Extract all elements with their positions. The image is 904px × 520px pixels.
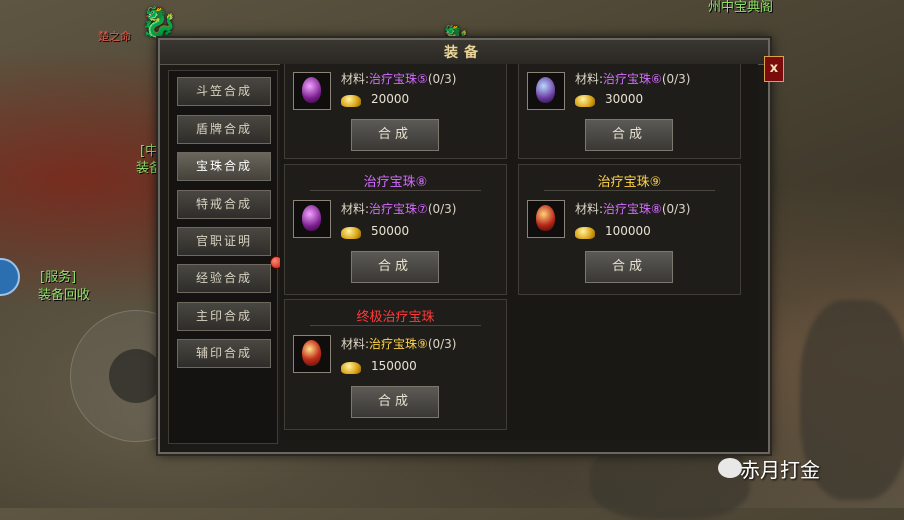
gold-ingot-icon [341,227,361,239]
purple-gem-icon[interactable] [293,72,331,110]
recipe-card: 治疗宝珠⑨ 材料:治疗宝珠⑧(0/3) 100000 合成 [518,164,741,295]
recipe-title: 治疗宝珠⑧ [363,175,428,190]
ultimate-gem-icon[interactable] [293,335,331,373]
material-name: 治疗宝珠⑥ [603,72,662,86]
window-title: 装备 [444,45,484,61]
recipe-card: 材料:治疗宝珠⑤(0/3) 20000 合成 [284,64,507,159]
tab-aux-seal-synthesis[interactable]: 辅印合成 [177,339,271,368]
blue-gem-icon[interactable] [527,72,565,110]
synthesize-button[interactable]: 合成 [585,119,673,151]
price: 150000 [371,359,417,373]
synthesize-button[interactable]: 合成 [351,251,439,283]
recipe-title: 治疗宝珠⑨ [597,175,662,190]
material-requirement: 材料:治疗宝珠⑦(0/3) [341,202,457,216]
synthesize-button[interactable]: 合成 [585,251,673,283]
npc-name-treasure[interactable]: 州中宝典阁 [708,0,773,15]
joystick-knob[interactable] [109,349,163,403]
fire-gem-icon[interactable] [527,200,565,238]
tab-exp-synthesis[interactable]: 经验合成 [177,264,271,293]
material-count: (0/3) [427,337,457,351]
material-name: 治疗宝珠⑧ [603,202,662,216]
dragon-ornament-icon: 🐉 [140,6,178,41]
recipe-title: 终极治疗宝珠 [356,310,435,325]
material-requirement: 材料:治疗宝珠⑧(0/3) [575,202,691,216]
tab-main-seal-synthesis[interactable]: 主印合成 [177,302,271,331]
title-divider [310,190,481,191]
synthesize-button[interactable]: 合成 [351,386,439,418]
material-count: (0/3) [661,72,691,86]
equipment-window: 装备 斗笠合成 盾牌合成 宝珠合成 特戒合成 官职证明 经验合成 主印合成 辅印… [158,38,770,454]
material-name: 治疗宝珠⑦ [369,202,428,216]
close-button[interactable]: x [764,56,784,82]
material-requirement: 材料:治疗宝珠⑨(0/3) [341,337,457,351]
synthesize-button[interactable]: 合成 [351,119,439,151]
side-menu-button[interactable] [0,258,20,296]
price: 20000 [371,92,410,106]
tab-gem-synthesis[interactable]: 宝珠合成 [177,152,271,181]
purple-gem-icon[interactable] [293,200,331,238]
watermark-text: 赤月打金 [740,458,820,482]
gold-ingot-icon [575,227,595,239]
gold-ingot-icon [341,95,361,107]
wechat-icon [718,458,742,478]
npc-name-recycle[interactable]: 装备回收 [38,284,90,303]
material-count: (0/3) [661,202,691,216]
price: 100000 [605,224,651,238]
tab-hat-synthesis[interactable]: 斗笠合成 [177,77,271,106]
window-titlebar[interactable]: 装备 [160,40,768,65]
price: 50000 [371,224,410,238]
material-requirement: 材料:治疗宝珠⑥(0/3) [575,72,691,86]
material-count: (0/3) [427,202,457,216]
gold-ingot-icon [341,362,361,374]
material-name: 治疗宝珠⑤ [369,72,428,86]
material-name: 治疗宝珠⑨ [369,337,428,351]
title-divider [310,325,481,326]
material-requirement: 材料:治疗宝珠⑤(0/3) [341,72,457,86]
recipe-card: 材料:治疗宝珠⑥(0/3) 30000 合成 [518,64,741,159]
tab-official-certificate[interactable]: 官职证明 [177,227,271,256]
recipe-card: 终极治疗宝珠 材料:治疗宝珠⑨(0/3) 150000 合成 [284,299,507,430]
tab-shield-synthesis[interactable]: 盾牌合成 [177,115,271,144]
title-divider [544,190,715,191]
recipe-card: 治疗宝珠⑧ 材料:治疗宝珠⑦(0/3) 50000 合成 [284,164,507,295]
npc-tag-service[interactable]: [服务] [40,266,76,285]
material-count: (0/3) [427,72,457,86]
player-name[interactable]: 楚之命 [98,28,131,44]
recipe-list[interactable]: 材料:治疗宝珠⑤(0/3) 20000 合成 材料:治疗宝珠⑥(0/3) 300… [280,64,758,440]
gold-ingot-icon [575,95,595,107]
synthesis-sidebar: 斗笠合成 盾牌合成 宝珠合成 特戒合成 官职证明 经验合成 主印合成 辅印合成 [168,70,283,444]
price: 30000 [605,92,644,106]
tab-ring-synthesis[interactable]: 特戒合成 [177,190,271,219]
